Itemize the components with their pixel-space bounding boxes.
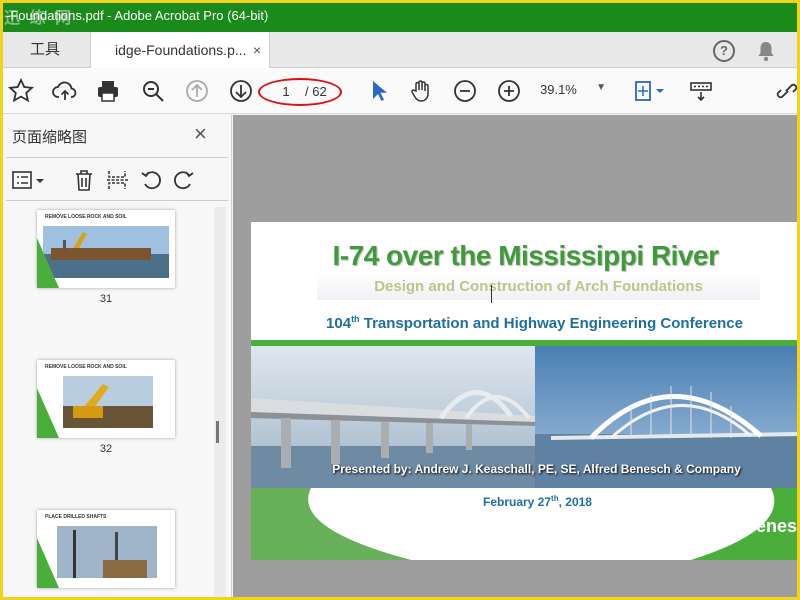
bell-icon[interactable] [756,40,776,62]
presenter-line: Presented by: Andrew J. Keaschall, PE, S… [332,462,741,476]
text-cursor [491,285,492,303]
main-toolbar: 1 / 62 39.1% ▼ [0,68,800,114]
print-icon[interactable] [95,78,121,104]
select-cursor-icon[interactable] [366,78,392,104]
conference-ordinal-suffix: th [351,314,360,324]
rotate-right-icon[interactable] [172,168,196,192]
benesch-logo-text: benes [745,516,798,536]
tab-tools[interactable]: 工具 [0,32,90,68]
zoom-search-icon[interactable] [140,78,166,104]
thumbnail-page-31[interactable]: REMOVE LOOSE ROCK AND SOIL [37,210,175,288]
tab-bar: 工具 idge-Foundations.p... × ? [0,32,800,69]
date-year: , 2018 [558,495,592,509]
thumbnail-image [57,526,157,578]
page-number-highlight [258,78,342,106]
thumbnail-slide-title: REMOVE LOOSE ROCK AND SOIL [45,214,127,220]
document-view[interactable]: I-74 over the Mississippi River Design a… [233,115,800,600]
date-suffix: th [551,494,559,503]
previous-page-icon[interactable] [184,78,210,104]
thumbnail-image [43,226,169,278]
date-day: February 27 [483,495,552,509]
watermark-logo: 迅 练 网 [4,8,74,27]
thumbnail-label: 31 [99,293,113,305]
slide-title: I-74 over the Mississippi River [332,240,720,271]
tab-document-label: idge-Foundations.p... [115,42,247,58]
panel-title: 页面缩略图 [12,129,88,146]
title-bar: -Foundations.pdf - Adobe Acrobat Pro (64… [0,0,800,32]
thumbnail-page-32[interactable]: REMOVE LOOSE ROCK AND SOIL [37,360,175,438]
trash-icon[interactable] [72,168,96,192]
extract-pages-icon[interactable] [106,168,130,192]
zoom-dropdown[interactable]: 39.1% ▼ [540,82,610,102]
pdf-page: I-74 over the Mississippi River Design a… [251,222,800,560]
thumbnail-scrollbar[interactable] [214,207,226,600]
cloud-upload-icon[interactable] [52,78,78,104]
fit-page-icon[interactable] [632,78,668,104]
help-icon[interactable]: ? [713,40,735,62]
zoom-out-icon[interactable] [452,78,478,104]
presentation-date: February 27th, 2018 [251,494,800,509]
thumbnail-slide-title: REMOVE LOOSE ROCK AND SOIL [45,364,127,370]
thumbnail-toolbar [6,157,228,201]
thumbnail-accent [37,238,59,288]
thumbnail-image [63,376,153,428]
thumbnail-slide-title: PLACE DRILLED SHAFTS [45,514,107,520]
bookmark-star-icon[interactable] [7,77,35,104]
thumbnail-accent [37,388,59,438]
conference-ordinal: 104 [326,315,352,332]
rotate-left-icon[interactable] [139,168,163,192]
page-total: / 62 [305,84,327,99]
scrollbar-thumb[interactable] [216,421,219,443]
tab-close-icon[interactable]: × [253,32,261,68]
benesch-logo-icon [719,518,739,538]
chevron-down-icon: ▼ [596,82,606,93]
conference-title: Transportation and Highway Engineering C… [359,315,743,332]
hand-tool-icon[interactable] [408,78,434,104]
zoom-in-icon[interactable] [496,78,522,104]
zoom-value: 39.1% [540,82,577,97]
next-page-icon[interactable] [228,78,254,104]
share-link-icon[interactable] [776,78,798,104]
thumbnail-page-33[interactable]: PLACE DRILLED SHAFTS [37,510,175,588]
scroll-mode-icon[interactable] [688,78,714,104]
thumbnail-label: 32 [99,443,113,455]
slide-subtitle: Design and Construction of Arch Foundati… [317,274,760,300]
close-icon[interactable]: × [194,121,207,147]
thumbnail-accent [37,538,59,588]
page-number-input[interactable]: 1 [276,84,296,99]
tab-document[interactable]: idge-Foundations.p... × [90,32,270,69]
conference-name: 104th Transportation and Highway Enginee… [251,314,800,332]
page-thumbnails-panel: 页面缩略图 × REMOVE LOOSE ROCK AND SOIL 31 RE… [0,115,232,600]
options-menu-icon[interactable] [12,168,46,192]
